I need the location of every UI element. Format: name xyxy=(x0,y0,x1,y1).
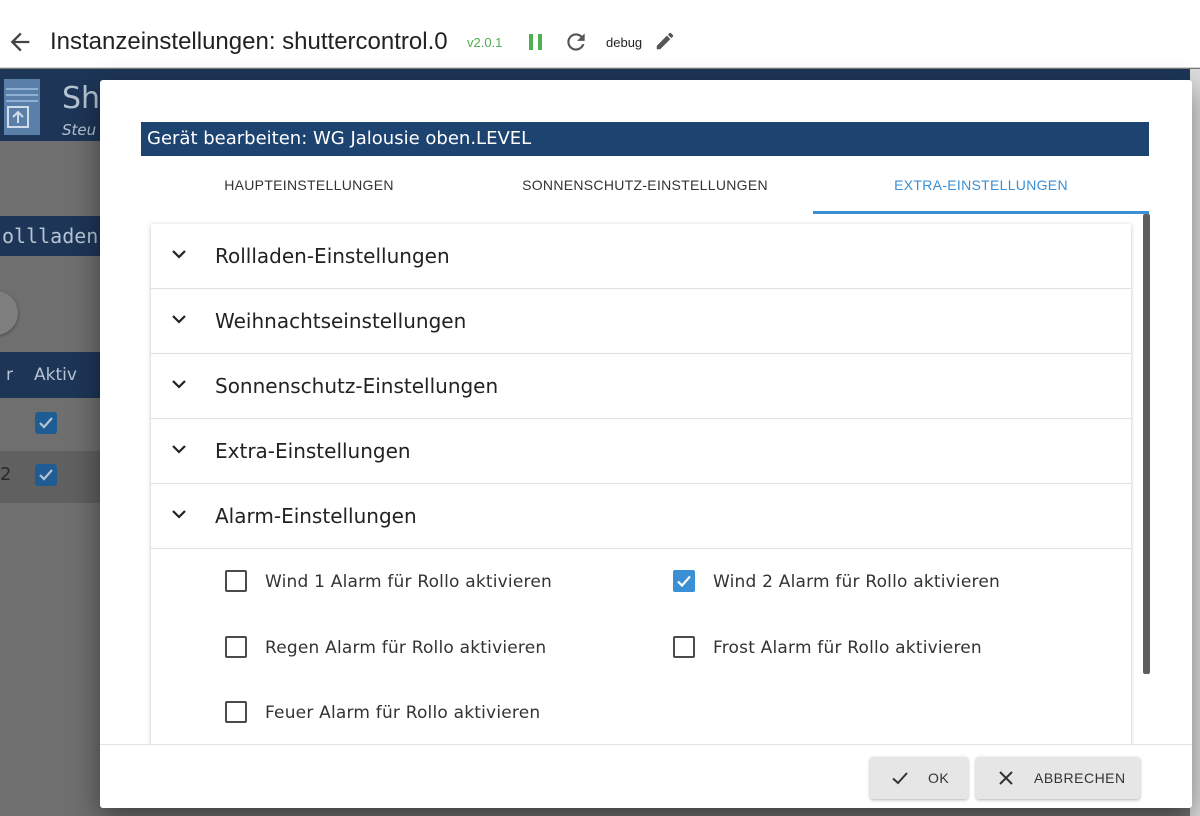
checkbox-label: Wind 2 Alarm für Rollo aktivieren xyxy=(713,572,1000,592)
page-title: Instanzeinstellungen: shuttercontrol.0 xyxy=(50,28,448,55)
edit-device-dialog: Gerät bearbeiten: WG Jalousie oben.LEVEL… xyxy=(100,80,1192,808)
checkbox-checked-icon[interactable] xyxy=(673,570,695,592)
checkbox-frost-alarm[interactable]: Frost Alarm für Rollo aktivieren xyxy=(673,634,1053,662)
accordion-rollladen-einstellungen[interactable]: Rollladen-Einstellungen xyxy=(151,224,1131,289)
background-table-header: r Aktiv xyxy=(0,352,100,398)
checkbox-label: Wind 1 Alarm für Rollo aktivieren xyxy=(265,572,552,592)
background-section-header: ollladen-E xyxy=(0,216,122,256)
checkbox-unchecked-icon[interactable] xyxy=(225,570,247,592)
accordion-panel: Rollladen-Einstellungen Weihnachtseinste… xyxy=(151,224,1131,744)
accordion-alarm-einstellungen[interactable]: Alarm-Einstellungen xyxy=(151,484,1131,549)
accordion-label: Rollladen-Einstellungen xyxy=(215,244,450,268)
checkbox-label: Frost Alarm für Rollo aktivieren xyxy=(713,638,982,658)
content-scrollbar[interactable] xyxy=(1143,214,1150,674)
dialog-tabs: HAUPTEINSTELLUNGEN SONNENSCHUTZ-EINSTELL… xyxy=(141,156,1149,214)
chevron-down-icon xyxy=(172,250,186,259)
close-icon xyxy=(999,771,1013,785)
dialog-content[interactable]: Rollladen-Einstellungen Weihnachtseinste… xyxy=(141,214,1149,744)
dialog-title: Gerät bearbeiten: WG Jalousie oben.LEVEL xyxy=(147,128,532,149)
background-fab-button xyxy=(0,291,18,335)
background-row-number: 2 xyxy=(0,464,12,485)
background-app-subtitle: Steu xyxy=(62,121,97,139)
checkbox-unchecked-icon[interactable] xyxy=(225,636,247,658)
tab-sonnenschutz-einstellungen[interactable]: SONNENSCHUTZ-EINSTELLUNGEN xyxy=(477,156,813,214)
accordion-sonnenschutz-einstellungen[interactable]: Sonnenschutz-Einstellungen xyxy=(151,354,1131,419)
chevron-down-icon xyxy=(172,380,186,389)
accordion-label: Weihnachtseinstellungen xyxy=(215,309,467,333)
chevron-down-icon xyxy=(172,510,186,519)
accordion-label: Alarm-Einstellungen xyxy=(215,504,417,528)
cancel-button[interactable]: ABBRECHEN xyxy=(976,757,1140,799)
checkbox-unchecked-icon[interactable] xyxy=(225,701,247,723)
pause-icon[interactable] xyxy=(526,32,546,52)
log-level-label: debug xyxy=(606,35,643,50)
check-icon xyxy=(892,772,908,785)
ok-button[interactable]: OK xyxy=(870,757,968,799)
reload-icon[interactable] xyxy=(563,29,589,55)
chevron-down-icon xyxy=(172,315,186,324)
checkbox-label: Feuer Alarm für Rollo aktivieren xyxy=(265,703,541,723)
cancel-button-label: ABBRECHEN xyxy=(1034,770,1126,786)
checkbox-unchecked-icon[interactable] xyxy=(673,636,695,658)
chevron-down-icon xyxy=(172,445,186,454)
footer-divider xyxy=(100,744,1192,745)
tab-extra-einstellungen[interactable]: EXTRA-EINSTELLUNGEN xyxy=(813,156,1149,214)
checkbox-label: Regen Alarm für Rollo aktivieren xyxy=(265,638,547,658)
background-table-header-aktiv: Aktiv xyxy=(34,365,77,385)
app-logo-icon xyxy=(4,79,40,135)
checkbox-wind2-alarm[interactable]: Wind 2 Alarm für Rollo aktivieren xyxy=(673,568,1053,596)
background-checkbox-checked-icon xyxy=(35,464,57,486)
accordion-weihnachtseinstellungen[interactable]: Weihnachtseinstellungen xyxy=(151,289,1131,354)
accordion-extra-einstellungen[interactable]: Extra-Einstellungen xyxy=(151,419,1131,484)
background-app-title: Sh xyxy=(62,81,101,116)
checkbox-wind1-alarm[interactable]: Wind 1 Alarm für Rollo aktivieren xyxy=(225,568,605,596)
accordion-label: Sonnenschutz-Einstellungen xyxy=(215,374,499,398)
top-app-bar: Instanzeinstellungen: shuttercontrol.0 v… xyxy=(0,0,1200,68)
back-arrow-icon[interactable] xyxy=(6,28,34,56)
pencil-icon[interactable] xyxy=(654,30,676,52)
accordion-label: Extra-Einstellungen xyxy=(215,439,411,463)
ok-button-label: OK xyxy=(928,770,950,786)
checkbox-regen-alarm[interactable]: Regen Alarm für Rollo aktivieren xyxy=(225,634,605,662)
background-checkbox-checked-icon xyxy=(35,412,57,434)
version-badge: v2.0.1 xyxy=(467,35,503,50)
dialog-title-bar: Gerät bearbeiten: WG Jalousie oben.LEVEL xyxy=(141,122,1149,156)
tab-haupteinstellungen[interactable]: HAUPTEINSTELLUNGEN xyxy=(141,156,477,214)
background-table-header-partial: r xyxy=(6,365,13,385)
checkbox-feuer-alarm[interactable]: Feuer Alarm für Rollo aktivieren xyxy=(225,699,605,727)
